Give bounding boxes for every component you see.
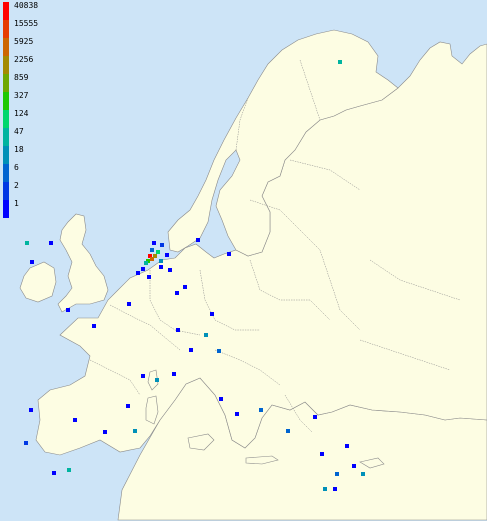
density-cell — [176, 328, 180, 332]
legend-swatch — [3, 146, 9, 164]
density-cell — [217, 349, 221, 353]
density-cell — [133, 429, 137, 433]
density-cell — [67, 468, 71, 472]
density-cell — [361, 472, 365, 476]
density-cell — [160, 243, 164, 247]
legend-label: 859 — [14, 73, 29, 82]
density-cell — [152, 241, 156, 245]
density-cell — [25, 241, 29, 245]
density-cell — [92, 324, 96, 328]
legend-swatch — [3, 164, 9, 182]
legend-label: 2 — [14, 181, 19, 190]
legend-swatch — [3, 182, 9, 200]
legend-swatch — [3, 128, 9, 146]
legend-swatch — [3, 2, 9, 20]
density-cell — [159, 259, 163, 263]
legend-swatch — [3, 74, 9, 92]
density-cell — [333, 487, 337, 491]
density-cell — [127, 302, 131, 306]
legend-label: 47 — [14, 127, 24, 136]
density-cell — [313, 415, 317, 419]
legend-label: 2256 — [14, 55, 34, 64]
density-cell — [172, 372, 176, 376]
density-cell — [183, 285, 187, 289]
legend-label: 6 — [14, 163, 19, 172]
legend-label: 18 — [14, 145, 24, 154]
density-cell — [352, 464, 356, 468]
legend-label: 327 — [14, 91, 29, 100]
density-cell — [30, 260, 34, 264]
density-cell — [189, 348, 193, 352]
density-cell — [136, 271, 140, 275]
legend-swatch — [3, 110, 9, 128]
density-cell — [168, 268, 172, 272]
density-cell — [29, 408, 33, 412]
density-cell — [320, 452, 324, 456]
map-canvas[interactable] — [0, 0, 487, 521]
density-cell — [345, 444, 349, 448]
density-cell — [155, 378, 159, 382]
density-cell — [323, 487, 327, 491]
legend-swatch — [3, 200, 9, 218]
density-cell — [196, 238, 200, 242]
density-cell — [210, 312, 214, 316]
density-cell — [259, 408, 263, 412]
density-cell — [147, 275, 151, 279]
density-cell — [335, 472, 339, 476]
legend-swatch — [3, 92, 9, 110]
legend-swatch — [3, 20, 9, 38]
legend-label: 40838 — [14, 1, 39, 10]
density-cell — [141, 374, 145, 378]
legend-label: 5925 — [14, 37, 34, 46]
density-cell — [126, 404, 130, 408]
density-cell — [150, 248, 154, 252]
legend-swatch — [3, 38, 9, 56]
density-cell — [235, 412, 239, 416]
density-cell — [103, 430, 107, 434]
density-cell — [66, 308, 70, 312]
density-cell — [175, 291, 179, 295]
legend-label: 1 — [14, 199, 19, 208]
legend-label: 15555 — [14, 19, 39, 28]
density-cell — [159, 265, 163, 269]
density-cell — [73, 418, 77, 422]
legend-swatch — [3, 56, 9, 74]
density-cell — [144, 261, 148, 265]
europe-density-map[interactable]: 40838 15555 5925 2256 859 327 124 47 18 6 2 1 — [0, 0, 487, 521]
density-cell — [204, 333, 208, 337]
legend-label: 124 — [14, 109, 29, 118]
density-cell — [141, 267, 145, 271]
density-cell — [219, 397, 223, 401]
density-cell — [24, 441, 28, 445]
density-cell — [153, 254, 157, 258]
density-cell — [165, 253, 169, 257]
density-cell — [49, 241, 53, 245]
density-cell — [338, 60, 342, 64]
density-cell — [286, 429, 290, 433]
density-cell — [52, 471, 56, 475]
density-cell — [227, 252, 231, 256]
density-cell — [156, 250, 160, 254]
